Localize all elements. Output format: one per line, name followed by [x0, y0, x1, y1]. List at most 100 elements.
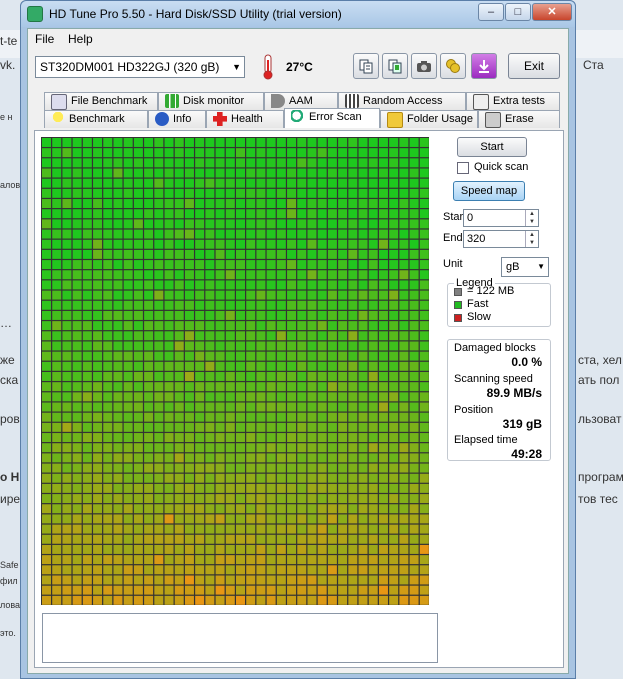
close-button[interactable]: ✕ [532, 3, 572, 21]
tab-error-scan[interactable]: Error Scan [284, 108, 380, 128]
scan-block [338, 168, 348, 178]
scan-block [236, 321, 246, 331]
scan-block [72, 361, 82, 371]
scan-block [327, 473, 337, 483]
scan-block [307, 575, 317, 585]
menu-help[interactable]: Help [68, 32, 93, 46]
scan-block [62, 280, 72, 290]
scan-block [82, 443, 92, 453]
spinner-arrows-icon[interactable]: ▲ ▼ [525, 231, 538, 247]
menu-file[interactable]: File [35, 32, 54, 46]
tab-info[interactable]: Info [148, 110, 206, 128]
scan-block [338, 585, 348, 595]
save-down-icon[interactable] [471, 53, 497, 79]
unit-select[interactable]: gB ▼ [501, 257, 549, 277]
spinner-arrows-icon[interactable]: ▲ ▼ [525, 210, 538, 226]
scan-block [123, 402, 133, 412]
scan-block [133, 524, 143, 534]
scan-block [378, 270, 388, 280]
scan-block [419, 361, 429, 371]
tab-disk-monitor[interactable]: Disk monitor [158, 92, 264, 110]
scan-block [236, 199, 246, 209]
end-field[interactable]: 320 ▲ ▼ [463, 230, 539, 248]
scan-block [144, 188, 154, 198]
scan-block [144, 290, 154, 300]
scan-block [348, 422, 358, 432]
scan-block [256, 544, 266, 554]
scan-block [327, 138, 337, 147]
scan-log-box[interactable] [42, 613, 438, 663]
scan-block [62, 239, 72, 249]
quick-scan-checkbox[interactable] [457, 162, 469, 174]
scan-block [236, 494, 246, 504]
scan-block [72, 595, 82, 605]
scan-block [103, 229, 113, 239]
scan-block [205, 148, 215, 158]
scan-block [93, 280, 103, 290]
minimize-button[interactable]: – [478, 3, 504, 21]
scan-block [307, 412, 317, 422]
scan-block [113, 453, 123, 463]
scan-block [103, 402, 113, 412]
scan-block [358, 168, 368, 178]
tab-benchmark[interactable]: Benchmark [44, 110, 148, 128]
scan-block [174, 239, 184, 249]
scan-block [399, 351, 409, 361]
scan-block [399, 504, 409, 514]
copy-info-icon[interactable] [353, 53, 379, 79]
scan-block [113, 483, 123, 493]
tab-erase[interactable]: Erase [478, 110, 560, 128]
scan-block [62, 270, 72, 280]
tab-extra-tests[interactable]: Extra tests [466, 92, 560, 110]
scan-block [42, 463, 52, 473]
chevron-down-icon: ▼ [537, 262, 545, 271]
scan-block [409, 351, 419, 361]
tab-file-benchmark[interactable]: File Benchmark [44, 92, 158, 110]
scan-block [113, 138, 123, 147]
maximize-button[interactable]: □ [505, 3, 531, 21]
scan-block [236, 382, 246, 392]
drive-select[interactable]: ST320DM001 HD322GJ (320 gB) ▼ [35, 56, 245, 78]
scan-block [72, 168, 82, 178]
scan-block [358, 473, 368, 483]
coins-icon[interactable] [440, 53, 466, 79]
tab-folder-usage[interactable]: Folder Usage [380, 110, 478, 128]
scan-block [72, 575, 82, 585]
speed-map-button[interactable]: Speed map [453, 181, 525, 201]
scan-block [276, 148, 286, 158]
start-field[interactable]: 0 ▲ ▼ [463, 209, 539, 227]
scan-block [409, 514, 419, 524]
scan-block [133, 575, 143, 585]
scan-block [317, 372, 327, 381]
tab-health[interactable]: Health [206, 110, 284, 128]
scan-block [399, 341, 409, 351]
exit-button[interactable]: Exit [508, 53, 560, 79]
scan-block [195, 494, 205, 504]
scan-block [317, 158, 327, 168]
scan-block [93, 178, 103, 188]
scan-block [174, 483, 184, 493]
legend-label-block: = 122 MB [467, 285, 515, 297]
scan-block [123, 209, 133, 219]
scan-block [174, 168, 184, 178]
scan-block [42, 402, 52, 412]
scan-block [225, 138, 235, 147]
scan-block [358, 178, 368, 188]
start-button[interactable]: Start [457, 137, 527, 157]
scan-block [195, 473, 205, 483]
title-bar[interactable]: HD Tune Pro 5.50 - Hard Disk/SSD Utility… [21, 1, 575, 27]
scan-block [133, 199, 143, 209]
scan-block [164, 372, 174, 381]
scan-block [378, 372, 388, 381]
scan-block [276, 565, 286, 575]
scan-block [113, 168, 123, 178]
copy-screenshot-icon[interactable] [382, 53, 408, 79]
tabs-bottom-row: Benchmark Info Health Error Scan Folder … [28, 108, 568, 128]
scan-block [133, 412, 143, 422]
scan-block [409, 290, 419, 300]
scan-block [205, 412, 215, 422]
scan-block [93, 372, 103, 381]
scan-block [348, 382, 358, 392]
camera-icon[interactable] [411, 53, 437, 79]
scan-block [225, 280, 235, 290]
